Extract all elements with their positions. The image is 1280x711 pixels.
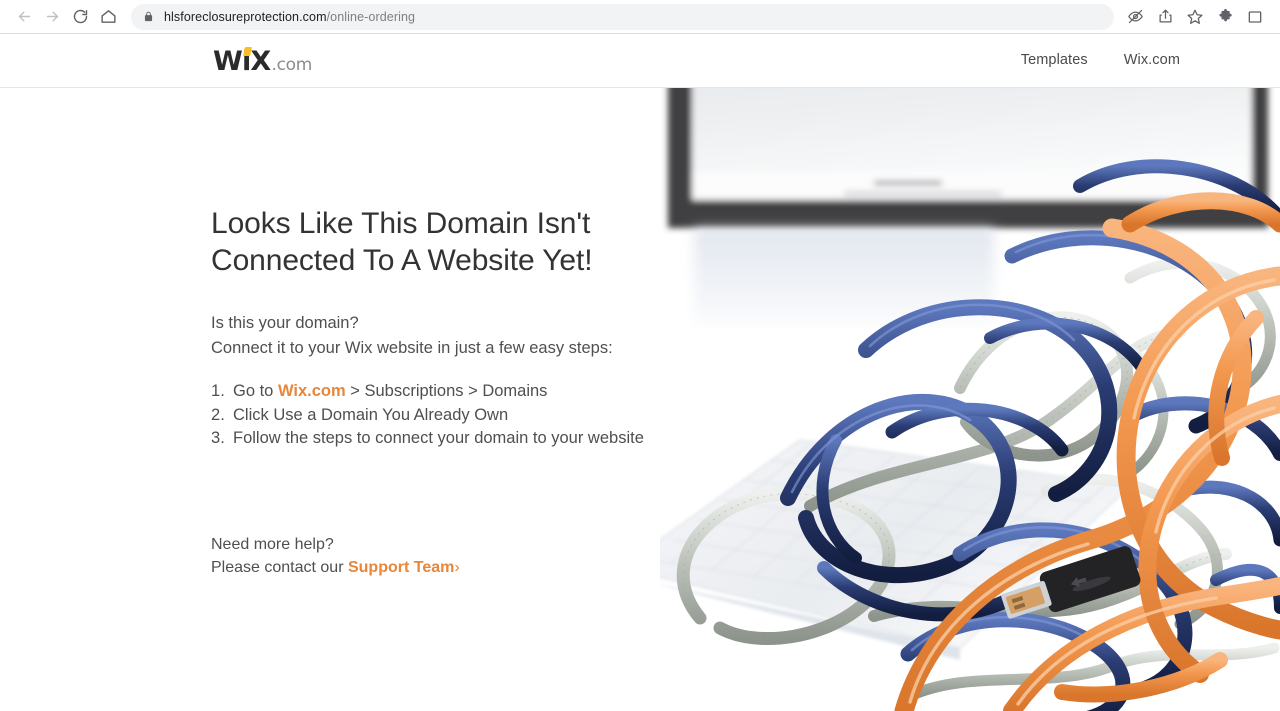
bookmark-button[interactable]	[1180, 2, 1210, 32]
sidebar-icon	[1248, 10, 1262, 23]
back-button[interactable]	[10, 3, 38, 31]
reload-button[interactable]	[66, 3, 94, 31]
url-text: hlsforeclosureprotection.com/online-orde…	[164, 10, 415, 24]
lede-text: Is this your domain? Connect it to your …	[211, 311, 771, 360]
eye-slash-icon	[1127, 9, 1143, 24]
address-bar[interactable]: hlsforeclosureprotection.com/online-orde…	[131, 3, 1114, 30]
wix-logo-com: .com	[271, 55, 312, 75]
list-item: Go to Wix.com > Subscriptions > Domains	[211, 380, 771, 404]
message-block: Looks Like This Domain Isn't Connected T…	[211, 205, 771, 579]
browser-actions	[1120, 2, 1270, 32]
lede-line-1: Is this your domain?	[211, 314, 359, 332]
list-item: Follow the steps to connect your domain …	[211, 427, 771, 451]
step-1-prefix: Go to	[233, 382, 278, 400]
support-team-link[interactable]: Support Team	[348, 559, 454, 576]
forward-button[interactable]	[38, 3, 66, 31]
side-panel-button[interactable]	[1240, 2, 1270, 32]
headline-line-1: Looks Like This Domain Isn't	[211, 207, 591, 240]
arrow-right-icon	[46, 11, 58, 22]
wixcom-link[interactable]: Wix.com	[278, 382, 346, 400]
home-icon	[100, 10, 116, 23]
share-icon	[1158, 9, 1172, 23]
headline-line-2: Connected To A Website Yet!	[211, 244, 593, 277]
step-2-text: Click Use a Domain You Already Own	[233, 405, 509, 424]
reload-icon	[73, 9, 87, 24]
browser-toolbar: hlsforeclosureprotection.com/online-orde…	[0, 0, 1280, 34]
extensions-button[interactable]	[1210, 2, 1240, 32]
list-item: Click Use a Domain You Already Own	[211, 404, 771, 428]
step-3-text: Follow the steps to connect your domain …	[233, 429, 644, 447]
share-button[interactable]	[1150, 2, 1180, 32]
lock-icon	[143, 10, 154, 23]
eye-slash-button[interactable]	[1120, 2, 1150, 32]
help-prefix: Please contact our	[211, 558, 348, 576]
steps-list: Go to Wix.com > Subscriptions > Domains …	[211, 380, 771, 451]
help-line-1: Need more help?	[211, 535, 334, 553]
nav-item-wixcom[interactable]: Wix.com	[1124, 52, 1180, 68]
site-header: WiX .com Templates Wix.com	[0, 34, 1280, 88]
arrow-left-icon	[18, 11, 30, 22]
help-block: Need more help? Please contact our Suppo…	[211, 533, 771, 579]
chevron-right-icon: ›	[454, 558, 460, 576]
home-button[interactable]	[94, 3, 122, 31]
step-1-suffix: > Subscriptions > Domains	[345, 382, 548, 400]
page-title: Looks Like This Domain Isn't Connected T…	[211, 205, 771, 279]
page-content: Looks Like This Domain Isn't Connected T…	[0, 88, 1280, 711]
url-path: /online-ordering	[326, 9, 416, 24]
star-icon	[1187, 9, 1203, 24]
nav-item-templates[interactable]: Templates	[1021, 52, 1088, 68]
puzzle-icon	[1218, 8, 1232, 22]
wix-logo-wordmark: WiX	[213, 46, 271, 77]
lede-line-2: Connect it to your Wix website in just a…	[211, 338, 613, 357]
url-domain: hlsforeclosureprotection.com	[164, 9, 327, 24]
wix-logo[interactable]: WiX .com	[213, 46, 312, 77]
site-nav: Templates Wix.com	[1021, 52, 1180, 68]
